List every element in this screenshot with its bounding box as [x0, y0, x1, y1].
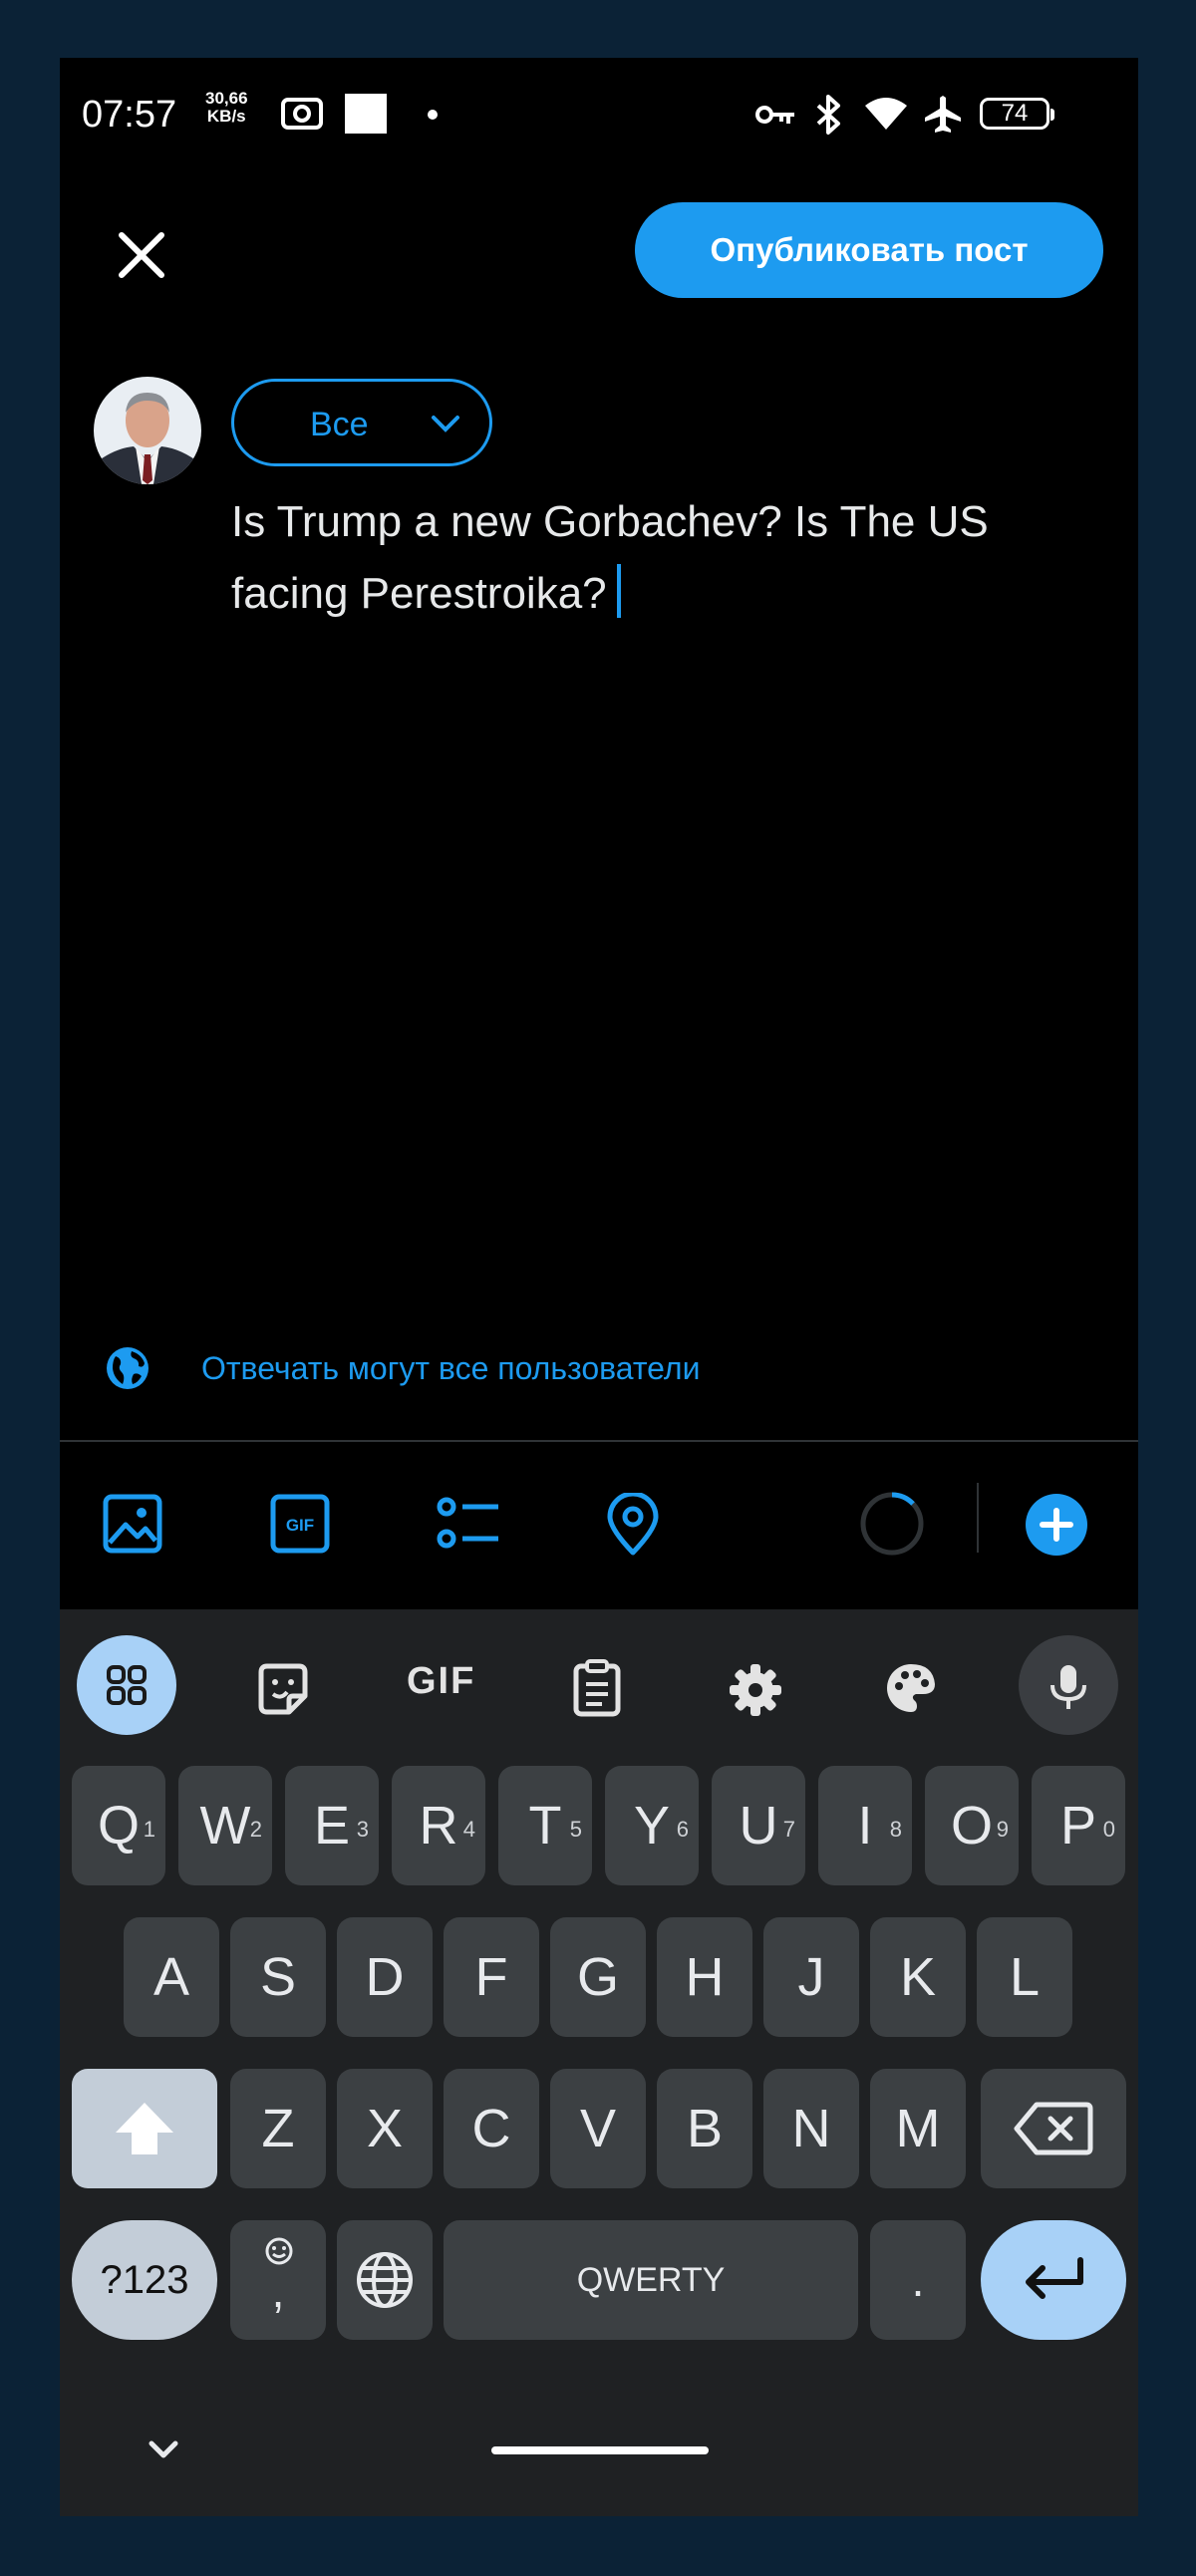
- status-time: 07:57: [82, 94, 177, 136]
- enter-icon: [1026, 2257, 1083, 2299]
- keyboard-hide-icon[interactable]: [146, 2437, 181, 2461]
- key-p[interactable]: P0: [1032, 1766, 1125, 1885]
- avatar[interactable]: [94, 377, 201, 484]
- key-a[interactable]: A: [124, 1917, 219, 2037]
- screenshot-icon: [281, 98, 323, 130]
- backspace-icon: [1014, 2102, 1093, 2155]
- key-d[interactable]: D: [337, 1917, 433, 2037]
- audience-selector[interactable]: Все: [231, 379, 492, 466]
- avatar-portrait-icon: [94, 377, 201, 484]
- key-t[interactable]: T5: [498, 1766, 592, 1885]
- audience-label: Все: [310, 406, 369, 443]
- key-c[interactable]: C: [444, 2069, 539, 2188]
- post-text-input[interactable]: Is Trump a new Gorbachev? Is The US faci…: [231, 486, 1108, 630]
- globe-icon: [107, 1347, 149, 1389]
- location-icon[interactable]: [604, 1493, 662, 1557]
- key-g[interactable]: G: [550, 1917, 646, 2037]
- poll-icon[interactable]: [437, 1493, 502, 1555]
- bluetooth-icon: [816, 95, 840, 135]
- close-button[interactable]: [112, 225, 171, 285]
- chevron-down-icon: [432, 416, 459, 432]
- reply-setting-row[interactable]: Отвечать могут все пользователи: [106, 1338, 1102, 1398]
- post-text-content: Is Trump a new Gorbachev? Is The US faci…: [231, 497, 989, 618]
- key-h[interactable]: H: [657, 1917, 752, 2037]
- key-z[interactable]: Z: [230, 2069, 326, 2188]
- apps-grid-icon: [107, 1665, 147, 1705]
- key-s[interactable]: S: [230, 1917, 326, 2037]
- notification-square-icon: [345, 94, 387, 134]
- language-key[interactable]: [337, 2220, 433, 2340]
- close-icon: [119, 232, 164, 278]
- apps-grid-button[interactable]: [77, 1635, 176, 1735]
- comma-label: ,: [271, 2265, 285, 2317]
- period-key[interactable]: .: [870, 2220, 966, 2340]
- shift-key[interactable]: [72, 2069, 217, 2188]
- key-n[interactable]: N: [763, 2069, 859, 2188]
- key-l[interactable]: L: [977, 1917, 1072, 2037]
- battery-indicator: 74: [980, 98, 1054, 130]
- emoji-icon: [265, 2237, 293, 2265]
- key-v[interactable]: V: [550, 2069, 646, 2188]
- reply-setting-label: Отвечать могут все пользователи: [201, 1350, 701, 1386]
- key-y[interactable]: Y6: [605, 1766, 699, 1885]
- vpn-key-icon: [755, 106, 794, 124]
- key-e[interactable]: E3: [285, 1766, 379, 1885]
- soft-keyboard: [60, 1609, 1138, 2516]
- space-key[interactable]: QWERTY: [444, 2220, 858, 2340]
- key-m[interactable]: M: [870, 2069, 966, 2188]
- symbols-key[interactable]: ?123: [72, 2220, 217, 2340]
- key-f[interactable]: F: [444, 1917, 539, 2037]
- character-counter-icon: [860, 1492, 924, 1556]
- microphone-icon: [1050, 1665, 1086, 1709]
- key-u[interactable]: U7: [712, 1766, 805, 1885]
- key-r[interactable]: R4: [392, 1766, 485, 1885]
- svg-text:GIF: GIF: [286, 1516, 314, 1535]
- key-i[interactable]: I8: [818, 1766, 912, 1885]
- add-post-icon[interactable]: [1025, 1493, 1088, 1557]
- network-speed-value: 30,66: [205, 89, 248, 108]
- gif-icon[interactable]: GIF: [269, 1493, 331, 1555]
- key-w[interactable]: W2: [178, 1766, 272, 1885]
- network-speed-unit: KB/s: [206, 107, 246, 126]
- text-cursor: [616, 564, 621, 618]
- key-k[interactable]: K: [870, 1917, 966, 2037]
- clipboard-icon[interactable]: [572, 1658, 622, 1718]
- phone-screen: 07:57 30,66 KB/s 74 Опубликовать пост Вс…: [60, 58, 1138, 2516]
- emoji-comma-key[interactable]: ,: [230, 2220, 326, 2340]
- toolbar-vertical-divider: [977, 1483, 979, 1553]
- key-x[interactable]: X: [337, 2069, 433, 2188]
- key-o[interactable]: O9: [925, 1766, 1019, 1885]
- notification-dot-icon: [428, 110, 438, 120]
- theme-palette-icon[interactable]: [883, 1660, 939, 1716]
- keyboard-gif-button[interactable]: GIF: [407, 1660, 475, 1703]
- key-b[interactable]: B: [657, 2069, 752, 2188]
- enter-key[interactable]: [981, 2220, 1126, 2340]
- wifi-icon: [865, 98, 907, 130]
- voice-input-button[interactable]: [1019, 1635, 1118, 1735]
- network-speed: 30,66 KB/s: [205, 90, 248, 126]
- status-bar: 07:57 30,66 KB/s 74: [60, 58, 1138, 167]
- key-q[interactable]: Q1: [72, 1766, 165, 1885]
- toolbar-divider: [60, 1440, 1138, 1442]
- shift-icon: [116, 2103, 173, 2154]
- settings-icon[interactable]: [728, 1662, 783, 1718]
- home-indicator[interactable]: [491, 2446, 709, 2454]
- image-icon[interactable]: [102, 1493, 163, 1555]
- sticker-icon[interactable]: [255, 1662, 311, 1718]
- key-j[interactable]: J: [763, 1917, 859, 2037]
- globe-icon: [357, 2252, 413, 2308]
- backspace-key[interactable]: [981, 2069, 1126, 2188]
- airplane-mode-icon: [925, 96, 961, 133]
- publish-post-button[interactable]: Опубликовать пост: [635, 202, 1103, 298]
